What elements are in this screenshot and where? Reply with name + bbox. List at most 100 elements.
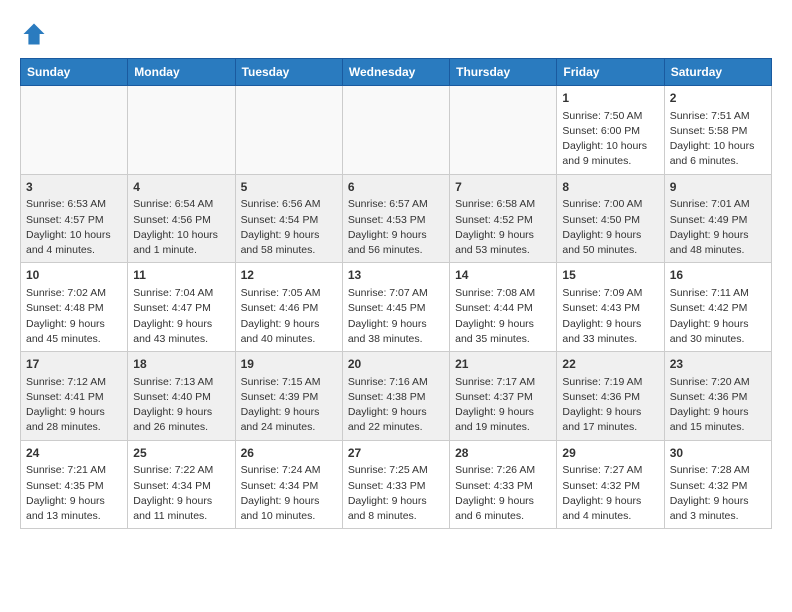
calendar-cell: 25Sunrise: 7:22 AMSunset: 4:34 PMDayligh…: [128, 440, 235, 529]
calendar-body: 1 Sunrise: 7:50 AMSunset: 6:00 PMDaylight…: [21, 86, 772, 529]
cell-info: Sunrise: 7:04 AMSunset: 4:47 PMDaylight:…: [133, 286, 229, 347]
cell-info: Sunrise: 7:00 AMSunset: 4:50 PMDaylight:…: [562, 197, 658, 258]
cell-info: Sunrise: 6:57 AMSunset: 4:53 PMDaylight:…: [348, 197, 444, 258]
cell-info: Sunrise: 7:24 AMSunset: 4:34 PMDaylight:…: [241, 463, 337, 524]
day-number: 4: [133, 179, 229, 196]
week-row-1: 3Sunrise: 6:53 AMSunset: 4:57 PMDaylight…: [21, 174, 772, 263]
cell-info: Sunrise: 6:56 AMSunset: 4:54 PMDaylight:…: [241, 197, 337, 258]
week-row-3: 17Sunrise: 7:12 AMSunset: 4:41 PMDayligh…: [21, 352, 772, 441]
day-number: 14: [455, 267, 551, 284]
calendar-cell: [450, 86, 557, 175]
logo: [20, 20, 52, 48]
calendar-cell: 9Sunrise: 7:01 AMSunset: 4:49 PMDaylight…: [664, 174, 771, 263]
cell-info: Sunrise: 7:50 AMSunset: 6:00 PMDaylight:…: [562, 109, 658, 170]
calendar-cell: 16 Sunrise: 7:11 AMSunset: 4:42 PMDayligh…: [664, 263, 771, 352]
day-number: 28: [455, 445, 551, 462]
cell-info: Sunrise: 7:25 AMSunset: 4:33 PMDaylight:…: [348, 463, 444, 524]
calendar-cell: 27Sunrise: 7:25 AMSunset: 4:33 PMDayligh…: [342, 440, 449, 529]
day-number: 13: [348, 267, 444, 284]
cell-info: Sunrise: 7:17 AMSunset: 4:37 PMDaylight:…: [455, 375, 551, 436]
cell-info: Sunrise: 7:28 AMSunset: 4:32 PMDaylight:…: [670, 463, 766, 524]
day-number: 5: [241, 179, 337, 196]
calendar-cell: 24Sunrise: 7:21 AMSunset: 4:35 PMDayligh…: [21, 440, 128, 529]
cell-info: Sunrise: 7:22 AMSunset: 4:34 PMDaylight:…: [133, 463, 229, 524]
calendar-cell: 15Sunrise: 7:09 AMSunset: 4:43 PMDayligh…: [557, 263, 664, 352]
day-number: 18: [133, 356, 229, 373]
calendar-cell: 7Sunrise: 6:58 AMSunset: 4:52 PMDaylight…: [450, 174, 557, 263]
calendar-cell: 3Sunrise: 6:53 AMSunset: 4:57 PMDaylight…: [21, 174, 128, 263]
cell-info: Sunrise: 7:26 AMSunset: 4:33 PMDaylight:…: [455, 463, 551, 524]
cell-info: Sunrise: 7:51 AMSunset: 5:58 PMDaylight:…: [670, 109, 766, 170]
calendar-header: SundayMondayTuesdayWednesdayThursdayFrid…: [21, 59, 772, 86]
calendar-cell: [342, 86, 449, 175]
day-number: 8: [562, 179, 658, 196]
cell-info: Sunrise: 7:07 AMSunset: 4:45 PMDaylight:…: [348, 286, 444, 347]
header-day-friday: Friday: [557, 59, 664, 86]
cell-info: Sunrise: 7:13 AMSunset: 4:40 PMDaylight:…: [133, 375, 229, 436]
day-number: 1: [562, 90, 658, 107]
calendar-cell: 8Sunrise: 7:00 AMSunset: 4:50 PMDaylight…: [557, 174, 664, 263]
day-number: 11: [133, 267, 229, 284]
day-number: 24: [26, 445, 122, 462]
cell-info: Sunrise: 7:19 AMSunset: 4:36 PMDaylight:…: [562, 375, 658, 436]
cell-info: Sunrise: 6:54 AMSunset: 4:56 PMDaylight:…: [133, 197, 229, 258]
cell-info: Sunrise: 7:11 AMSunset: 4:42 PMDaylight:…: [670, 286, 766, 347]
cell-info: Sunrise: 6:58 AMSunset: 4:52 PMDaylight:…: [455, 197, 551, 258]
day-number: 16: [670, 267, 766, 284]
day-number: 7: [455, 179, 551, 196]
calendar-cell: 20Sunrise: 7:16 AMSunset: 4:38 PMDayligh…: [342, 352, 449, 441]
calendar-cell: 5Sunrise: 6:56 AMSunset: 4:54 PMDaylight…: [235, 174, 342, 263]
page-header: [20, 20, 772, 48]
calendar-cell: 28Sunrise: 7:26 AMSunset: 4:33 PMDayligh…: [450, 440, 557, 529]
day-number: 27: [348, 445, 444, 462]
calendar-cell: 2 Sunrise: 7:51 AMSunset: 5:58 PMDaylight…: [664, 86, 771, 175]
calendar-cell: 30Sunrise: 7:28 AMSunset: 4:32 PMDayligh…: [664, 440, 771, 529]
header-day-thursday: Thursday: [450, 59, 557, 86]
calendar-cell: 4Sunrise: 6:54 AMSunset: 4:56 PMDaylight…: [128, 174, 235, 263]
cell-info: Sunrise: 6:53 AMSunset: 4:57 PMDaylight:…: [26, 197, 122, 258]
day-number: 21: [455, 356, 551, 373]
calendar-cell: 22Sunrise: 7:19 AMSunset: 4:36 PMDayligh…: [557, 352, 664, 441]
cell-info: Sunrise: 7:27 AMSunset: 4:32 PMDaylight:…: [562, 463, 658, 524]
calendar-cell: 6Sunrise: 6:57 AMSunset: 4:53 PMDaylight…: [342, 174, 449, 263]
calendar-cell: 21 Sunrise: 7:17 AMSunset: 4:37 PMDayligh…: [450, 352, 557, 441]
header-day-monday: Monday: [128, 59, 235, 86]
calendar-cell: 11 Sunrise: 7:04 AMSunset: 4:47 PMDayligh…: [128, 263, 235, 352]
cell-info: Sunrise: 7:12 AMSunset: 4:41 PMDaylight:…: [26, 375, 122, 436]
cell-info: Sunrise: 7:01 AMSunset: 4:49 PMDaylight:…: [670, 197, 766, 258]
calendar-cell: 14Sunrise: 7:08 AMSunset: 4:44 PMDayligh…: [450, 263, 557, 352]
day-number: 15: [562, 267, 658, 284]
day-number: 20: [348, 356, 444, 373]
calendar-cell: 23 Sunrise: 7:20 AMSunset: 4:36 PMDayligh…: [664, 352, 771, 441]
header-row: SundayMondayTuesdayWednesdayThursdayFrid…: [21, 59, 772, 86]
header-day-wednesday: Wednesday: [342, 59, 449, 86]
day-number: 19: [241, 356, 337, 373]
calendar-cell: 17Sunrise: 7:12 AMSunset: 4:41 PMDayligh…: [21, 352, 128, 441]
day-number: 3: [26, 179, 122, 196]
calendar-cell: 12 Sunrise: 7:05 AMSunset: 4:46 PMDayligh…: [235, 263, 342, 352]
logo-icon: [20, 20, 48, 48]
calendar-cell: 13 Sunrise: 7:07 AMSunset: 4:45 PMDayligh…: [342, 263, 449, 352]
day-number: 23: [670, 356, 766, 373]
header-day-saturday: Saturday: [664, 59, 771, 86]
calendar-cell: 18 Sunrise: 7:13 AMSunset: 4:40 PMDayligh…: [128, 352, 235, 441]
cell-info: Sunrise: 7:02 AMSunset: 4:48 PMDaylight:…: [26, 286, 122, 347]
day-number: 2: [670, 90, 766, 107]
day-number: 26: [241, 445, 337, 462]
cell-info: Sunrise: 7:15 AMSunset: 4:39 PMDaylight:…: [241, 375, 337, 436]
header-day-sunday: Sunday: [21, 59, 128, 86]
week-row-4: 24Sunrise: 7:21 AMSunset: 4:35 PMDayligh…: [21, 440, 772, 529]
day-number: 30: [670, 445, 766, 462]
calendar-cell: [21, 86, 128, 175]
week-row-2: 10 Sunrise: 7:02 AMSunset: 4:48 PMDayligh…: [21, 263, 772, 352]
calendar-cell: [235, 86, 342, 175]
day-number: 12: [241, 267, 337, 284]
calendar-cell: [128, 86, 235, 175]
cell-info: Sunrise: 7:20 AMSunset: 4:36 PMDaylight:…: [670, 375, 766, 436]
cell-info: Sunrise: 7:05 AMSunset: 4:46 PMDaylight:…: [241, 286, 337, 347]
header-day-tuesday: Tuesday: [235, 59, 342, 86]
week-row-0: 1 Sunrise: 7:50 AMSunset: 6:00 PMDaylight…: [21, 86, 772, 175]
calendar-table: SundayMondayTuesdayWednesdayThursdayFrid…: [20, 58, 772, 529]
calendar-cell: 10 Sunrise: 7:02 AMSunset: 4:48 PMDayligh…: [21, 263, 128, 352]
day-number: 10: [26, 267, 122, 284]
